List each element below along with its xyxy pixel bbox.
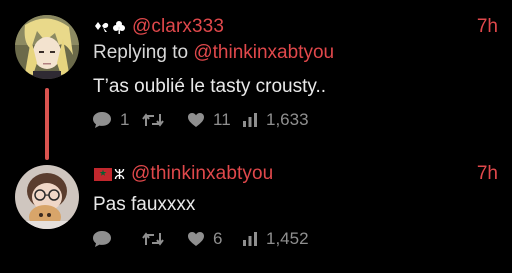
- tweet-timestamp[interactable]: 7h: [477, 16, 498, 38]
- replying-to: Replying to @thinkinxabtyou: [93, 42, 334, 64]
- original-tweet[interactable]: ⵣ @thinkinxabtyou 7h Pas fauxxxx 6 1,452: [0, 150, 512, 273]
- avatar[interactable]: [15, 165, 79, 229]
- replying-to-handle[interactable]: @thinkinxabtyou: [193, 42, 334, 63]
- author-handle[interactable]: @clarx333: [132, 16, 224, 38]
- like-button[interactable]: 11: [187, 110, 242, 130]
- amazigh-symbol: ⵣ: [114, 165, 126, 182]
- name-emojis: [94, 20, 126, 34]
- reply-icon: [93, 231, 111, 247]
- tweet-timestamp[interactable]: 7h: [477, 163, 498, 185]
- tweet-text: T’as oublié le tasty crousty..: [93, 76, 327, 97]
- shamrock-emoji-icon: [113, 21, 125, 34]
- like-count: 11: [213, 110, 231, 129]
- views-button[interactable]: 1,452: [242, 229, 309, 249]
- reply-tweet[interactable]: @clarx333 7h Replying to @thinkinxabtyou…: [0, 0, 512, 150]
- tweet-text: Pas fauxxxx: [93, 194, 196, 215]
- author-handle[interactable]: @thinkinxabtyou: [131, 163, 273, 185]
- tweet-header: @clarx333 7h: [94, 15, 498, 39]
- tweet-actions: 1 11 1,633: [92, 110, 309, 130]
- reply-button[interactable]: 1: [92, 110, 142, 130]
- like-button[interactable]: 6: [187, 229, 242, 249]
- replying-to-label: Replying to: [93, 42, 189, 63]
- views-button[interactable]: 1,633: [242, 110, 309, 130]
- retweet-button[interactable]: [142, 231, 187, 247]
- bar-chart-icon: [243, 232, 257, 246]
- spade-bow-emoji-icon: [95, 22, 109, 32]
- reply-icon: [93, 112, 111, 128]
- tweet-header: ⵣ @thinkinxabtyou 7h: [94, 162, 498, 186]
- reply-button[interactable]: [92, 230, 142, 248]
- morocco-flag-emoji-icon: [94, 167, 112, 181]
- tweet-actions: 6 1,452: [92, 229, 309, 249]
- selfie-avatar-image: [15, 165, 79, 229]
- retweet-button[interactable]: [142, 112, 187, 128]
- heart-icon: [188, 232, 204, 246]
- heart-icon: [188, 113, 204, 127]
- anime-avatar-image: [15, 15, 79, 79]
- retweet-icon: [142, 232, 164, 246]
- reply-count: 1: [120, 110, 130, 129]
- retweet-icon: [142, 113, 164, 127]
- avatar[interactable]: [15, 15, 79, 79]
- view-count: 1,452: [266, 229, 309, 248]
- name-emojis: ⵣ: [94, 166, 125, 183]
- like-count: 6: [213, 229, 223, 248]
- bar-chart-icon: [243, 113, 257, 127]
- view-count: 1,633: [266, 110, 309, 129]
